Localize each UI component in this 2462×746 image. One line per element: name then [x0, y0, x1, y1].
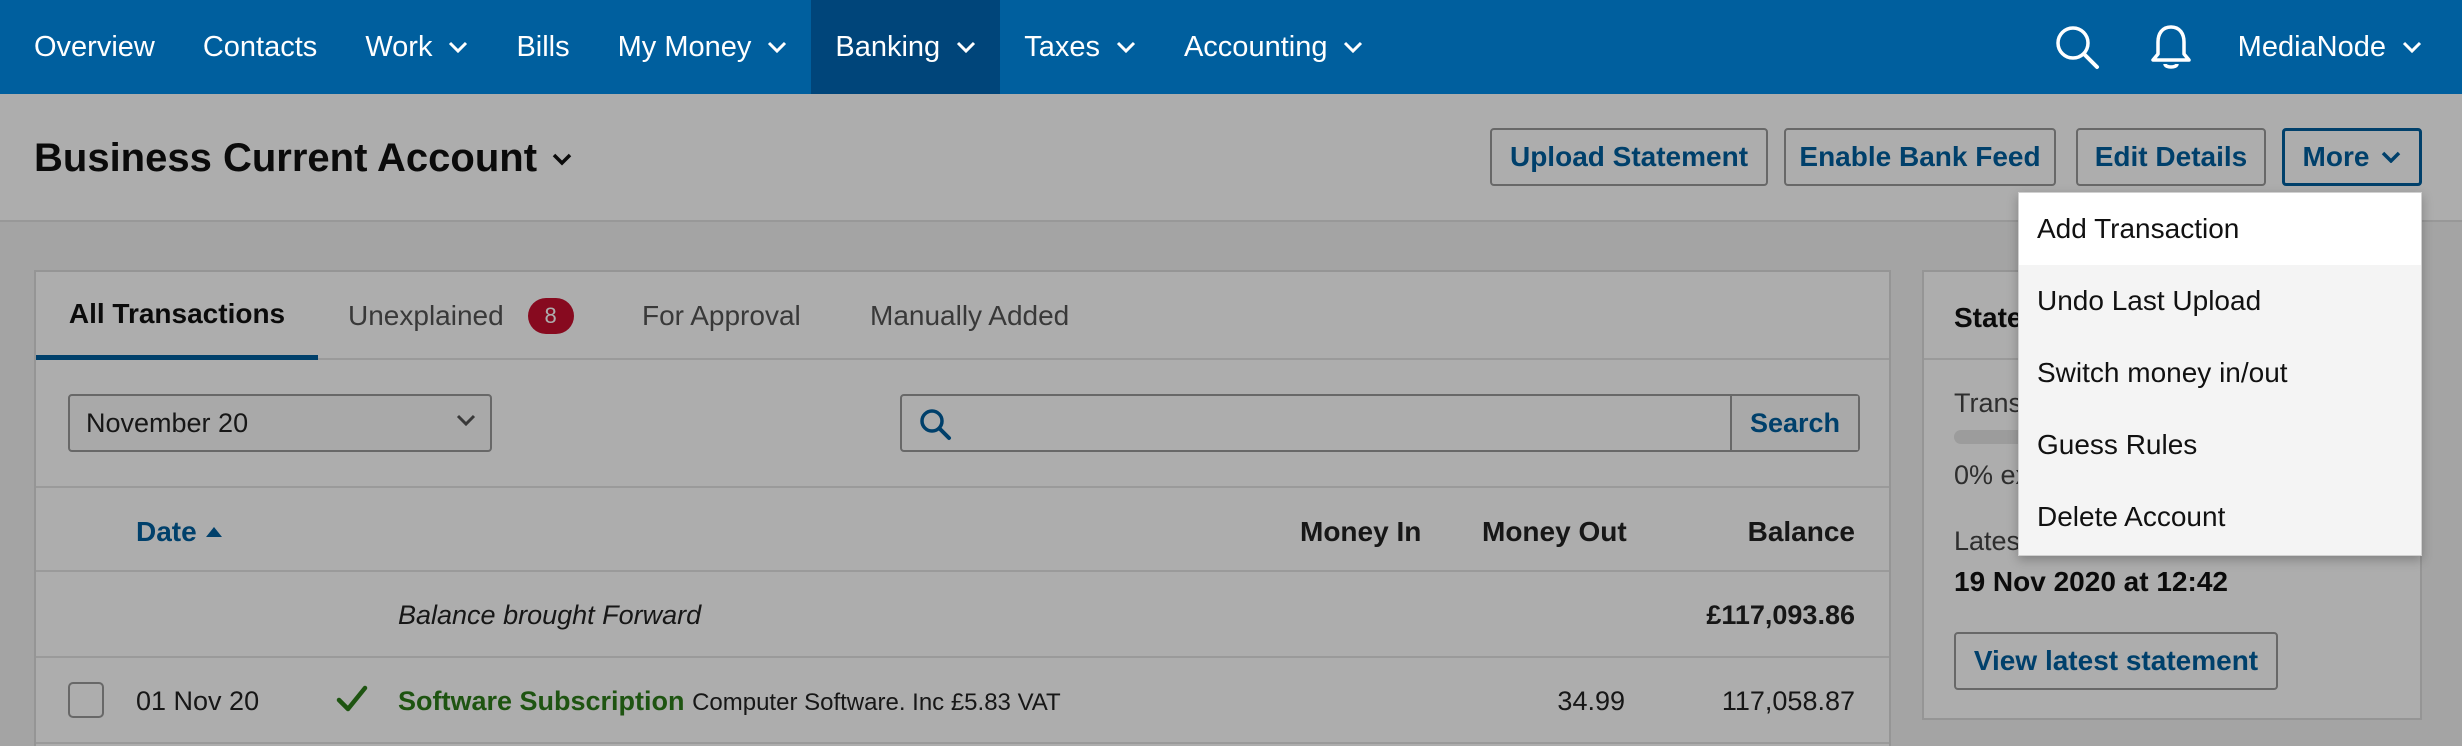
more-dropdown-menu: Add Transaction Undo Last Upload Switch … [2018, 192, 2422, 556]
nav-label: My Money [617, 30, 752, 63]
menu-item-guess-rules[interactable]: Guess Rules [2019, 409, 2421, 481]
chevron-down-icon [767, 41, 787, 53]
nav-banking[interactable]: Banking [811, 0, 1001, 94]
nav-label: Accounting [1183, 30, 1328, 63]
nav-work[interactable]: Work [341, 0, 492, 94]
nav-label: Contacts [202, 30, 318, 63]
menu-item-switch-money[interactable]: Switch money in/out [2019, 337, 2421, 409]
chevron-down-icon [1116, 41, 1136, 53]
menu-item-add-transaction[interactable]: Add Transaction [2019, 193, 2421, 265]
nav-label: Overview [34, 30, 155, 63]
nav-label: Work [365, 30, 433, 63]
nav-right: MediaNode [2030, 0, 2462, 94]
menu-item-label: Undo Last Upload [2037, 285, 2262, 316]
nav-label: Banking [835, 30, 941, 63]
nav-contacts[interactable]: Contacts [179, 0, 341, 94]
nav-my-money[interactable]: My Money [594, 0, 812, 94]
menu-item-label: Delete Account [2037, 501, 2226, 532]
nav-label: Taxes [1024, 30, 1100, 63]
chevron-down-icon [1343, 41, 1363, 53]
nav-accounting[interactable]: Accounting [1160, 0, 1388, 94]
menu-item-delete-account[interactable]: Delete Account [2019, 481, 2421, 553]
bell-icon[interactable] [2124, 0, 2218, 94]
search-icon[interactable] [2030, 0, 2124, 94]
nav-taxes[interactable]: Taxes [1000, 0, 1160, 94]
top-navigation: Overview Contacts Work Bills My Money Ba… [0, 0, 2462, 94]
nav-bills[interactable]: Bills [492, 0, 593, 94]
menu-item-label: Guess Rules [2037, 429, 2198, 460]
chevron-down-icon [956, 41, 976, 53]
user-name: MediaNode [2237, 30, 2386, 63]
chevron-down-icon [2402, 41, 2422, 53]
menu-item-label: Add Transaction [2037, 213, 2240, 244]
menu-item-label: Switch money in/out [2037, 357, 2288, 388]
nav-label: Bills [516, 30, 570, 63]
chevron-down-icon [448, 41, 468, 53]
user-menu[interactable]: MediaNode [2218, 31, 2462, 64]
nav-overview[interactable]: Overview [0, 0, 179, 94]
menu-item-undo-last-upload[interactable]: Undo Last Upload [2019, 265, 2421, 337]
